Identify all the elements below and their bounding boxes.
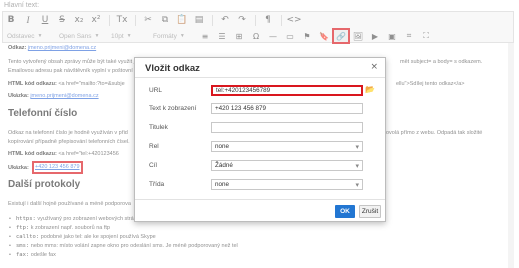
- class-label: Třída: [149, 181, 165, 188]
- dialog-footer: OK Zrušit: [135, 199, 385, 221]
- ok-button[interactable]: OK: [335, 205, 355, 218]
- divider: [135, 77, 385, 78]
- rel-label: Rel: [149, 143, 159, 150]
- class-select[interactable]: none: [211, 179, 363, 190]
- close-icon[interactable]: ×: [370, 62, 378, 72]
- target-select[interactable]: Žádné: [211, 160, 363, 171]
- url-label: URL: [149, 87, 163, 94]
- dialog-title: Vložit odkaz: [145, 63, 200, 74]
- text-input[interactable]: +420 123 456 879: [211, 103, 363, 114]
- browse-icon[interactable]: 📂: [365, 85, 376, 96]
- insert-link-dialog: Vložit odkaz × URL tel:+420123456789 📂 T…: [134, 57, 386, 222]
- url-input[interactable]: tel:+420123456789: [211, 85, 363, 96]
- rel-select[interactable]: none: [211, 141, 363, 152]
- target-label: Cíl: [149, 162, 157, 169]
- title-input[interactable]: [211, 122, 363, 133]
- cancel-button[interactable]: Zrušit: [359, 205, 381, 218]
- text-label: Text k zobrazení: [149, 105, 197, 112]
- title-label: Titulek: [149, 124, 168, 131]
